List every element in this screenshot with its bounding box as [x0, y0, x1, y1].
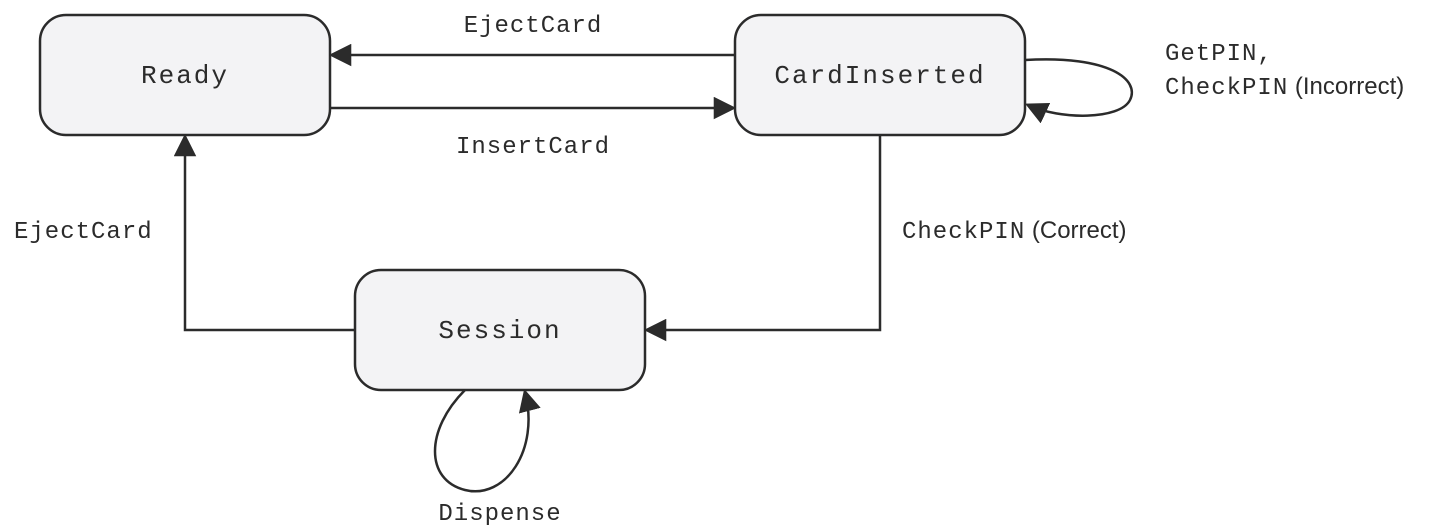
edge-dispense-label: Dispense	[438, 501, 561, 528]
state-ready-label: Ready	[141, 61, 229, 91]
edge-checkpin-correct-label: CheckPIN (Correct)	[902, 217, 1127, 246]
edge-getpin-label: GetPIN,	[1165, 41, 1273, 68]
edge-checkpin-incorrect-label: CheckPIN (Incorrect)	[1165, 73, 1404, 102]
edge-ejectcard-top-label: EjectCard	[464, 13, 603, 40]
edge-checkpin-correct	[647, 135, 880, 330]
edge-insertcard-label: InsertCard	[456, 134, 610, 161]
edge-dispense	[435, 390, 529, 491]
state-ready: Ready	[40, 15, 330, 135]
edge-ejectcard-left-label: EjectCard	[14, 219, 153, 246]
edge-ejectcard-left	[185, 137, 355, 330]
state-card-inserted: CardInserted	[735, 15, 1025, 135]
state-session-label: Session	[438, 316, 561, 346]
edge-checkpin-incorrect	[1025, 59, 1132, 115]
state-card-inserted-label: CardInserted	[774, 61, 985, 91]
state-session: Session	[355, 270, 645, 390]
state-diagram: Ready CardInserted Session EjectCard Ins…	[0, 0, 1434, 531]
